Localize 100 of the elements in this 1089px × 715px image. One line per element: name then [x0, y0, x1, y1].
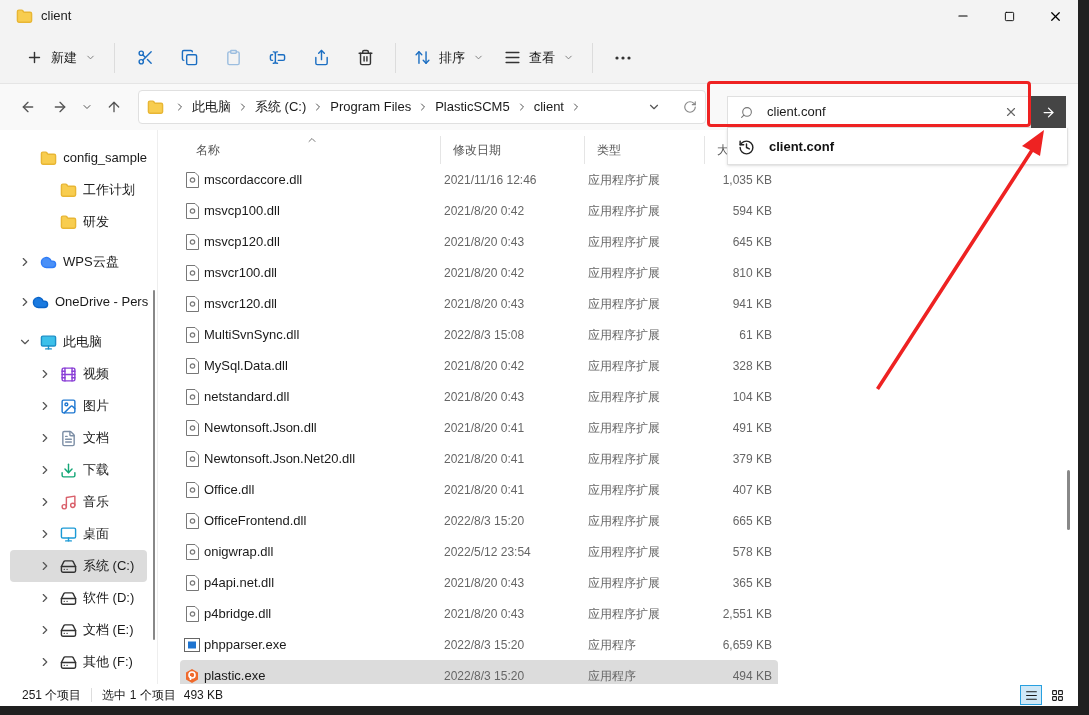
toolbar-button[interactable]: 新建	[18, 39, 104, 76]
desktop-icon	[60, 525, 77, 543]
sidebar-item[interactable]: 文档	[10, 422, 147, 454]
file-row[interactable]: MultiSvnSync.dll 2022/8/3 15:08 应用程序扩展 61 KB	[180, 319, 778, 350]
go-button[interactable]	[1031, 96, 1066, 128]
details-view-icon	[1024, 688, 1038, 702]
folder-icon	[60, 213, 77, 231]
file-row[interactable]: msvcp120.dll 2021/8/20 0:43 应用程序扩展 645 KB	[180, 226, 778, 257]
sidebar-item[interactable]: OneDrive - Pers	[10, 286, 147, 318]
file-type: 应用程序	[588, 667, 637, 684]
sidebar-item[interactable]: 此电脑	[10, 326, 147, 358]
file-size: 365 KB	[731, 574, 772, 592]
sidebar-label: 此电脑	[63, 333, 102, 352]
scissors-icon	[136, 49, 154, 66]
file-name: p4bridge.dll	[204, 604, 273, 623]
file-size: 6,659 KB	[721, 636, 772, 654]
file-row[interactable]: msvcr120.dll 2021/8/20 0:43 应用程序扩展 941 KB	[180, 288, 778, 319]
scrollbar[interactable]	[1067, 470, 1070, 530]
address-bar[interactable]: 此电脑 系统 (C:) Program Files PlasticSCM5 client	[138, 90, 706, 124]
file-row[interactable]: onigwrap.dll 2022/5/12 23:54 应用程序扩展 578 KB	[180, 536, 778, 567]
column-header[interactable]: 类型	[584, 136, 704, 164]
file-row[interactable]: MySql.Data.dll 2021/8/20 0:42 应用程序扩展 328 KB	[180, 350, 778, 381]
sidebar-item[interactable]: 软件 (D:)	[10, 582, 147, 614]
file-gear-icon	[185, 605, 199, 622]
lines-icon	[504, 49, 521, 66]
file-type: 应用程序扩展	[588, 233, 661, 251]
sidebar-item[interactable]: 视频	[10, 358, 147, 390]
file-type: 应用程序扩展	[588, 419, 661, 437]
sidebar-item[interactable]: 桌面	[10, 518, 147, 550]
search-input[interactable]: client.conf	[767, 102, 1004, 122]
clear-icon[interactable]	[1004, 105, 1018, 119]
file-gear-icon	[185, 264, 199, 281]
more-icon	[615, 55, 631, 60]
modified-date: 2021/11/16 12:46	[444, 171, 538, 189]
sidebar-label: OneDrive - Pers	[55, 293, 149, 312]
sidebar-item[interactable]: 其他 (F:)	[10, 646, 147, 678]
file-name: mscordaccore.dll	[204, 170, 304, 189]
file-type: 应用程序扩展	[588, 357, 661, 375]
sidebar-item[interactable]: config_sample	[10, 142, 147, 174]
sidebar-label: 系统 (C:)	[83, 557, 135, 576]
details-view-button[interactable]	[1020, 685, 1042, 705]
modified-date: 2022/8/3 15:08	[444, 326, 526, 344]
file-row[interactable]: mscordaccore.dll 2021/11/16 12:46 应用程序扩展 1,035 KB	[180, 164, 778, 195]
sidebar-item[interactable]: WPS云盘	[10, 246, 147, 278]
breadcrumb-item[interactable]: 此电脑	[192, 97, 231, 117]
file-name: msvcr100.dll	[204, 263, 278, 282]
file-size: 810 KB	[731, 264, 772, 282]
file-gear-icon	[185, 233, 199, 250]
file-type: 应用程序扩展	[588, 326, 661, 344]
breadcrumb-item[interactable]: 系统 (C:)	[255, 97, 307, 117]
sidebar-item[interactable]: 系统 (C:)	[10, 550, 147, 582]
file-row[interactable]: Newtonsoft.Json.Net20.dll 2021/8/20 0:41 应用程序扩展 379 KB	[180, 443, 778, 474]
refresh-icon[interactable]	[683, 100, 697, 114]
scrollbar[interactable]	[153, 290, 155, 640]
breadcrumb-item[interactable]: Program Files	[330, 97, 412, 117]
sidebar-item[interactable]: 图片	[10, 390, 147, 422]
sidebar-item[interactable]: 研发	[10, 206, 147, 238]
file-row[interactable]: Office.dll 2021/8/20 0:41 应用程序扩展 407 KB	[180, 474, 778, 505]
selection-size: 493 KB	[183, 687, 224, 704]
file-gear-icon	[185, 512, 199, 529]
file-name: netstandard.dll	[204, 387, 291, 406]
sidebar-label: 桌面	[83, 525, 109, 544]
trash-icon	[356, 49, 374, 66]
sidebar-item[interactable]: 下载	[10, 454, 147, 486]
share-icon	[312, 49, 330, 66]
file-type: 应用程序扩展	[588, 543, 661, 561]
file-row[interactable]: plastic.exe 2022/8/3 15:20 应用程序 494 KB	[180, 660, 778, 684]
file-gear-icon	[185, 202, 199, 219]
file-size: 104 KB	[731, 388, 772, 406]
file-size: 1,035 KB	[721, 171, 772, 189]
sidebar-label: WPS云盘	[63, 253, 119, 272]
modified-date: 2021/8/20 0:41	[444, 481, 526, 499]
file-row[interactable]: phpparser.exe 2022/8/3 15:20 应用程序 6,659 KB	[180, 629, 778, 660]
file-row[interactable]: p4bridge.dll 2021/8/20 0:43 应用程序扩展 2,551 KB	[180, 598, 778, 629]
file-gear-icon	[185, 357, 199, 374]
toolbar-button[interactable]: 查看	[496, 39, 582, 76]
file-row[interactable]: netstandard.dll 2021/8/20 0:43 应用程序扩展 104 KB	[180, 381, 778, 412]
file-row[interactable]: OfficeFrontend.dll 2022/8/3 15:20 应用程序扩展 665 KB	[180, 505, 778, 536]
file-type: 应用程序	[588, 636, 637, 654]
file-row[interactable]: msvcr100.dll 2021/8/20 0:42 应用程序扩展 810 KB	[180, 257, 778, 288]
file-name: MultiSvnSync.dll	[204, 325, 301, 344]
monitor-icon	[40, 333, 57, 351]
modified-date: 2021/8/20 0:42	[444, 264, 526, 282]
breadcrumb-item[interactable]: PlasticSCM5	[435, 97, 510, 117]
column-header[interactable]: 修改日期	[440, 136, 584, 164]
suggestion-item[interactable]: client.conf	[728, 130, 844, 164]
file-row[interactable]: p4api.net.dll 2021/8/20 0:43 应用程序扩展 365 KB	[180, 567, 778, 598]
breadcrumb-item[interactable]: client	[533, 97, 564, 117]
drive-icon	[60, 621, 77, 639]
file-row[interactable]: msvcp100.dll 2021/8/20 0:42 应用程序扩展 594 KB	[180, 195, 778, 226]
column-header[interactable]: 名称	[184, 136, 440, 164]
sidebar-label: 工作计划	[83, 181, 135, 200]
sidebar-item[interactable]: 文档 (E:)	[10, 614, 147, 646]
modified-date: 2022/8/3 15:20	[444, 512, 526, 530]
search-icon	[740, 105, 753, 119]
sidebar-item[interactable]: 音乐	[10, 486, 147, 518]
sidebar-item[interactable]: 工作计划	[10, 174, 147, 206]
file-gear-icon	[185, 295, 199, 312]
toolbar-button[interactable]: 排序	[406, 39, 492, 76]
file-row[interactable]: Newtonsoft.Json.dll 2021/8/20 0:41 应用程序扩展 491 KB	[180, 412, 778, 443]
